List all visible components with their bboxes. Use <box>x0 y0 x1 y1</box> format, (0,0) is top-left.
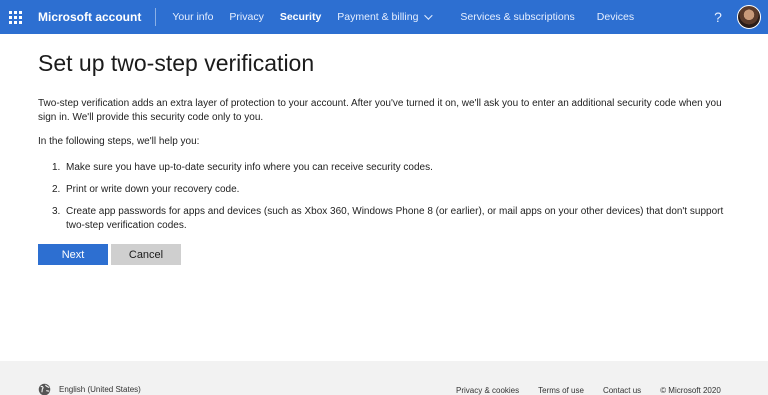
copyright-text: © Microsoft 2020 <box>660 386 721 395</box>
main-nav: Your info Privacy Security Payment & bil… <box>164 0 642 34</box>
language-selector[interactable]: English (United States) <box>38 383 141 395</box>
intro-text: Two-step verification adds an extra laye… <box>38 98 722 123</box>
list-item: 2. Print or write down your recovery cod… <box>52 183 738 197</box>
language-label: English (United States) <box>59 385 141 394</box>
step-text: Create app passwords for apps and device… <box>66 206 724 231</box>
step-text: Print or write down your recovery code. <box>66 184 240 195</box>
list-item: 3. Create app passwords for apps and dev… <box>52 205 738 233</box>
help-icon[interactable]: ? <box>710 0 726 34</box>
nav-payment-billing[interactable]: Payment & billing <box>329 0 438 34</box>
nav-payment-billing-label: Payment & billing <box>337 11 419 23</box>
nav-your-info[interactable]: Your info <box>164 0 221 34</box>
steps-lead-text: In the following steps, we'll help you: <box>38 136 200 147</box>
brand-title[interactable]: Microsoft account <box>38 10 141 24</box>
footer: English (United States) Privacy & cookie… <box>0 361 768 395</box>
app-launcher-button[interactable] <box>0 0 30 34</box>
terms-of-use-link[interactable]: Terms of use <box>538 386 584 395</box>
privacy-cookies-link[interactable]: Privacy & cookies <box>456 386 519 395</box>
avatar[interactable] <box>737 5 761 29</box>
page-title: Set up two-step verification <box>38 50 315 76</box>
step-number: 2. <box>52 184 61 195</box>
action-buttons: Next Cancel <box>38 244 181 265</box>
nav-security[interactable]: Security <box>272 0 329 34</box>
nav-privacy[interactable]: Privacy <box>221 0 271 34</box>
list-item: 1. Make sure you have up-to-date securit… <box>52 161 738 175</box>
steps-list: 1. Make sure you have up-to-date securit… <box>52 161 738 233</box>
nav-devices[interactable]: Devices <box>589 0 642 34</box>
step-number: 3. <box>52 206 61 217</box>
waffle-icon <box>8 10 22 24</box>
chevron-down-icon <box>424 11 434 20</box>
step-text: Make sure you have up-to-date security i… <box>66 162 433 173</box>
footer-links: Privacy & cookies Terms of use Contact u… <box>456 386 721 395</box>
contact-us-link[interactable]: Contact us <box>603 386 641 395</box>
top-navigation-bar: Microsoft account Your info Privacy Secu… <box>0 0 768 34</box>
divider <box>155 8 157 26</box>
nav-services-subscriptions[interactable]: Services & subscriptions <box>452 0 582 34</box>
main-content: Set up two-step verification Two-step ve… <box>38 50 738 241</box>
cancel-button[interactable]: Cancel <box>111 244 181 265</box>
next-button[interactable]: Next <box>38 244 108 265</box>
step-number: 1. <box>52 162 61 173</box>
globe-icon <box>38 383 51 395</box>
